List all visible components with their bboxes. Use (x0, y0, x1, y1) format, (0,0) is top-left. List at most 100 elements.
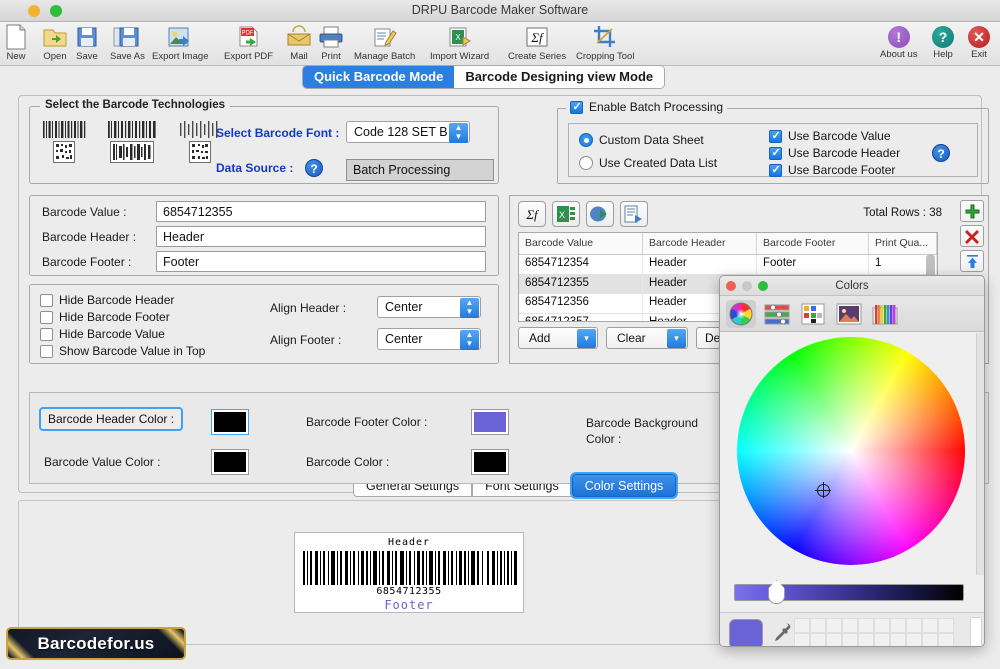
data-source-help-icon[interactable]: ? (305, 159, 323, 177)
color-wheel-area[interactable] (720, 333, 978, 575)
color-sliders-tab[interactable] (762, 300, 792, 328)
align-footer-select[interactable]: Center ▲ ▼ (377, 328, 481, 350)
toolbar-save-as[interactable]: Save As (110, 24, 145, 62)
eyedropper-icon[interactable] (772, 622, 792, 646)
palette-cell[interactable] (922, 618, 938, 633)
series-sigma-button[interactable]: Σf (518, 201, 546, 227)
palette-cell[interactable] (858, 633, 874, 646)
palette-cell[interactable] (842, 633, 858, 646)
palette-cell[interactable] (890, 618, 906, 633)
toolbar-export-pdf[interactable]: PDF Export PDF (224, 24, 273, 62)
palette-cell[interactable] (890, 633, 906, 646)
barcode-header-color-label[interactable]: Barcode Header Color : (39, 407, 184, 431)
barcode-header-input[interactable]: Header (156, 226, 486, 247)
toolbar-manage-batch[interactable]: Manage Batch (354, 24, 415, 62)
excel-sheet-button[interactable]: X (552, 201, 580, 227)
palette-cell[interactable] (826, 633, 842, 646)
toolbar-cropping-tool[interactable]: Cropping Tool (576, 24, 634, 62)
column-header-barcode-footer[interactable]: Barcode Footer (757, 233, 869, 254)
toolbar-print[interactable]: Print (318, 24, 344, 62)
column-header-print-quantity[interactable]: Print Qua... (869, 233, 937, 254)
palette-cell[interactable] (906, 618, 922, 633)
chevron-down-icon[interactable]: ▾ (667, 329, 686, 348)
palette-cell[interactable] (938, 633, 954, 646)
colors-dialog-close-button[interactable] (726, 281, 736, 291)
toolbar-export-image[interactable]: Export Image (152, 24, 209, 62)
palette-cell[interactable] (842, 618, 858, 633)
add-button[interactable]: Add ▾ (518, 327, 598, 349)
toolbar-open[interactable]: Open (42, 24, 68, 62)
tab-quick-barcode-mode[interactable]: Quick Barcode Mode (303, 66, 455, 88)
color-wheel[interactable] (737, 337, 965, 565)
barcode-font-select[interactable]: Code 128 SET B ▲ ▼ (346, 121, 470, 143)
toolbar-exit[interactable]: ✕ Exit (968, 26, 990, 60)
checkbox-hide-barcode-value[interactable]: Hide Barcode Value (40, 327, 165, 341)
color-wheel-tab[interactable] (726, 299, 756, 328)
colors-dialog[interactable]: Colors (719, 275, 985, 647)
checkbox-use-barcode-value[interactable]: Use Barcode Value (769, 129, 891, 143)
toolbar-about-us[interactable]: ! About us (880, 26, 918, 60)
tab-color-settings[interactable]: Color Settings (571, 474, 677, 497)
palette-cell[interactable] (874, 618, 890, 633)
color-wheel-cursor[interactable] (815, 482, 831, 498)
checkbox-hide-barcode-footer[interactable]: Hide Barcode Footer (40, 310, 170, 324)
colors-dialog-tabs (720, 296, 984, 332)
column-header-barcode-value[interactable]: Barcode Value (519, 233, 643, 254)
palette-cell[interactable] (826, 618, 842, 633)
move-row-up-button[interactable] (960, 250, 984, 272)
barcode-footer-color-swatch[interactable] (471, 409, 509, 435)
delete-row-button[interactable] (960, 225, 984, 247)
palette-cell[interactable] (938, 618, 954, 633)
palette-cell[interactable] (922, 633, 938, 646)
radio-custom-data-sheet[interactable]: Custom Data Sheet (579, 133, 704, 147)
barcode-header-color-swatch[interactable] (211, 409, 249, 435)
batch-help-icon[interactable]: ? (932, 144, 950, 162)
image-palette-tab[interactable] (834, 300, 864, 328)
radio-use-created-data-list[interactable]: Use Created Data List (579, 156, 717, 170)
add-row-button[interactable] (960, 200, 984, 222)
barcode-color-swatch[interactable] (471, 449, 509, 475)
toolbar-save-as-label: Save As (110, 51, 145, 62)
checkbox-show-barcode-value-in-top[interactable]: Show Barcode Value in Top (40, 344, 205, 358)
toolbar-import-wizard[interactable]: X Import Wizard (430, 24, 489, 62)
toolbar-help[interactable]: ? Help (932, 26, 954, 60)
palette-cell[interactable] (794, 633, 810, 646)
checkbox-use-barcode-footer[interactable]: Use Barcode Footer (769, 163, 895, 177)
palette-cell[interactable] (794, 618, 810, 633)
database-import-button[interactable] (586, 201, 614, 227)
export-list-button[interactable] (620, 201, 648, 227)
colors-dialog-scrollbar[interactable] (976, 333, 984, 575)
checkbox-use-barcode-header[interactable]: Use Barcode Header (769, 146, 900, 160)
palette-scrollbar[interactable] (970, 617, 982, 646)
toolbar-create-series[interactable]: Σf Create Series (508, 24, 566, 62)
palette-cell[interactable] (810, 618, 826, 633)
color-palettes-tab[interactable] (798, 300, 828, 328)
align-header-select[interactable]: Center ▲ ▼ (377, 296, 481, 318)
palette-cell[interactable] (874, 633, 890, 646)
chevron-down-icon[interactable]: ▾ (577, 329, 596, 348)
tab-barcode-designing-view-mode[interactable]: Barcode Designing view Mode (454, 66, 665, 88)
toolbar-mail[interactable]: Mail (286, 24, 312, 62)
barcode-value-color-swatch[interactable] (211, 449, 249, 475)
palette-cell[interactable] (858, 618, 874, 633)
enable-batch-processing-checkbox[interactable]: Enable Batch Processing (566, 100, 728, 114)
barcode-value-input[interactable]: 6854712355 (156, 201, 486, 222)
barcode-fields-group: Barcode Value : 6854712355 Barcode Heade… (29, 195, 499, 276)
current-color-swatch[interactable] (729, 619, 763, 646)
colors-dialog-zoom-button[interactable] (758, 281, 768, 291)
clear-button[interactable]: Clear ▾ (606, 327, 688, 349)
table-row[interactable]: 6854712354 Header Footer 1 (519, 255, 937, 275)
colors-dialog-window-controls[interactable] (726, 281, 768, 291)
toolbar-save[interactable]: Save (76, 24, 98, 62)
linear-barcode-boxed-icon (107, 121, 157, 163)
saved-colors-palette[interactable] (794, 618, 964, 646)
toolbar-export-pdf-label: Export PDF (224, 51, 274, 62)
checkbox-hide-barcode-header[interactable]: Hide Barcode Header (40, 293, 174, 307)
column-header-barcode-header[interactable]: Barcode Header (643, 233, 757, 254)
palette-cell[interactable] (906, 633, 922, 646)
palette-cell[interactable] (810, 633, 826, 646)
barcode-footer-input[interactable]: Footer (156, 251, 486, 272)
crayons-tab[interactable] (870, 300, 900, 328)
barcode-label-card[interactable]: Header 6854712355 Footer (294, 532, 524, 613)
toolbar-new[interactable]: New (4, 24, 28, 62)
